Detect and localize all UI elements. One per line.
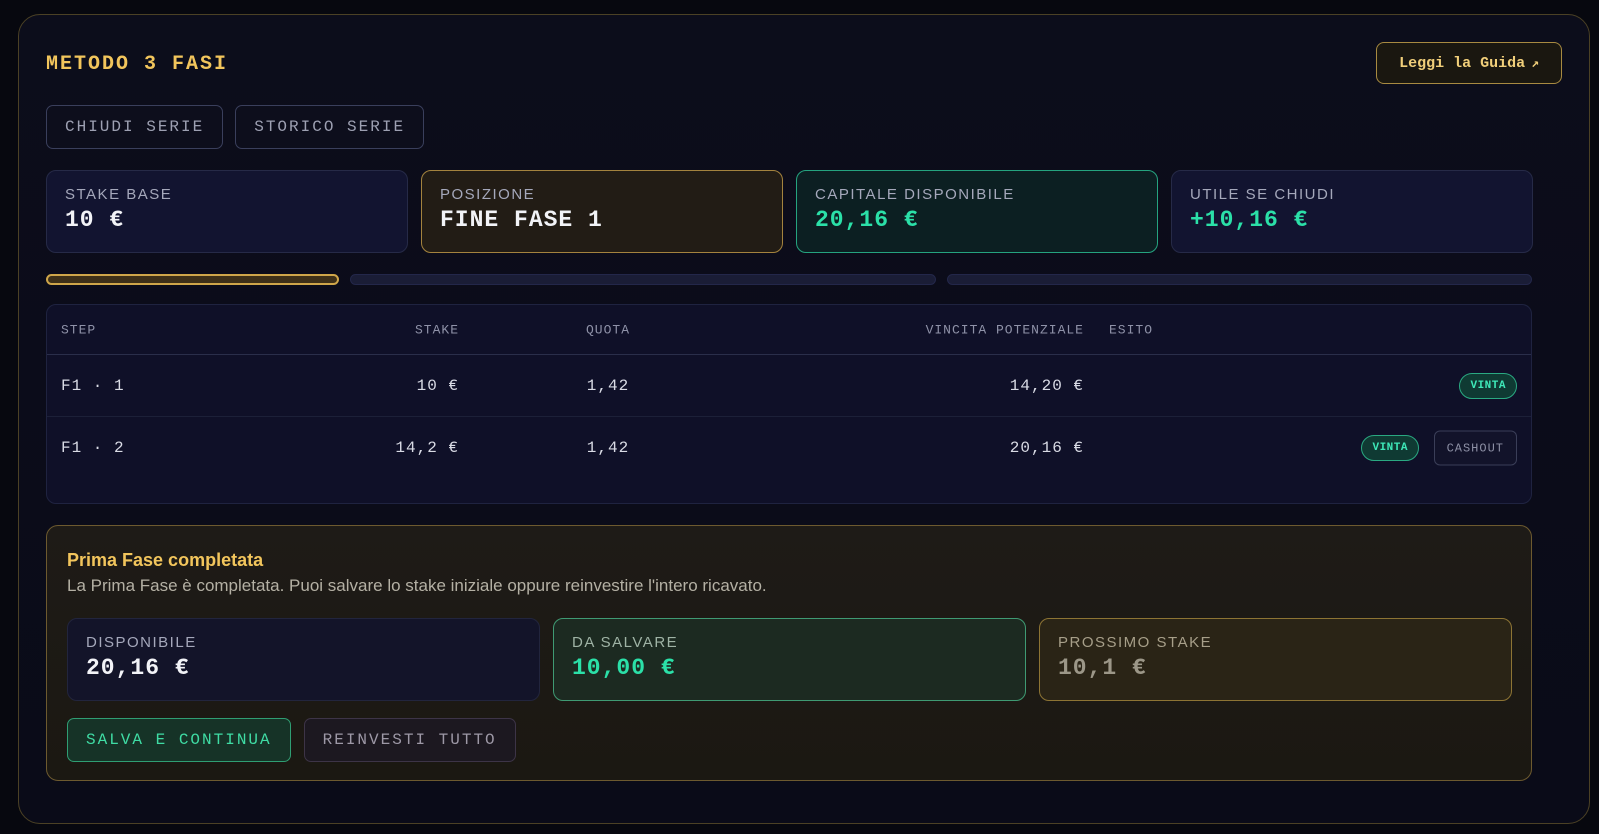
stat-available-capital: CAPITALE DISPONIBILE 20,16 € [796,170,1158,253]
box-next-stake: PROSSIMO STAKE 10,1 € [1039,618,1512,701]
col-vincita: VINCITA POTENZIALE [925,322,1084,337]
table-row: F1 · 1 10 € 1,42 14,20 € VINTA [47,355,1531,417]
stat-value: +10,16 € [1190,207,1309,233]
stat-label: STAKE BASE [65,186,173,203]
status-badge: VINTA [1361,435,1419,461]
external-arrow-icon: ↗ [1531,55,1539,71]
main-panel: METODO 3 FASI Leggi la Guida ↗ CHIUDI SE… [18,14,1590,824]
cell-stake: 10 € [416,376,459,395]
box-available: DISPONIBILE 20,16 € [67,618,540,701]
series-history-button[interactable]: STORICO SERIE [235,105,425,149]
progress-phase-2 [350,274,936,285]
col-quota: QUOTA [585,322,630,337]
guide-button[interactable]: Leggi la Guida ↗ [1376,42,1562,84]
series-toolbar: CHIUDI SERIE STORICO SERIE [46,105,425,149]
stats-row: STAKE BASE 10 € POSIZIONE FINE FASE 1 CA… [46,170,1533,253]
guide-button-label: Leggi la Guida [1399,54,1526,72]
save-continue-button[interactable]: SALVA E CONTINUA [67,718,291,762]
stat-stake-base: STAKE BASE 10 € [46,170,408,253]
phase-title: Prima Fase completata [67,550,264,570]
progress-phase-3 [947,274,1532,285]
close-series-button[interactable]: CHIUDI SERIE [46,105,224,149]
progress-phase-1 [46,274,339,285]
stat-label: POSIZIONE [440,186,536,203]
cell-vincita: 14,20 € [1009,376,1084,395]
box-value: 10,00 € [572,655,676,681]
status-badge: VINTA [1459,372,1517,399]
box-label: DA SALVARE [572,634,679,651]
cell-quota: 1,42 [586,376,630,395]
cell-step: F1 · 1 [61,376,125,395]
cell-step: F1 · 2 [61,439,125,457]
cashout-button[interactable]: CASHOUT [1433,430,1517,466]
stat-position: POSIZIONE FINE FASE 1 [421,170,783,253]
stat-label: CAPITALE DISPONIBILE [815,186,1015,203]
cell-vincita: 20,16 € [1009,439,1084,457]
page-title: METODO 3 FASI [46,53,229,76]
steps-table: STEP STAKE QUOTA VINCITA POTENZIALE ESIT… [46,304,1532,504]
box-label: PROSSIMO STAKE [1058,634,1213,651]
stat-label: UTILE SE CHIUDI [1190,186,1336,203]
phase-summary: DISPONIBILE 20,16 € DA SALVARE 10,00 € P… [67,618,1512,701]
table-header: STEP STAKE QUOTA VINCITA POTENZIALE ESIT… [47,305,1531,355]
stat-profit-if-close: UTILE SE CHIUDI +10,16 € [1171,170,1533,253]
box-to-save: DA SALVARE 10,00 € [553,618,1026,701]
cell-quota: 1,42 [586,439,630,457]
reinvest-all-button[interactable]: REINVESTI TUTTO [303,718,516,762]
cell-stake: 14,2 € [395,439,459,457]
box-label: DISPONIBILE [86,634,197,651]
box-value: 20,16 € [86,655,190,681]
phase-progress [46,274,1532,285]
phase-actions: SALVA E CONTINUA REINVESTI TUTTO [67,718,516,762]
phase-description: La Prima Fase è completata. Puoi salvare… [67,576,767,595]
col-esito: ESITO [1109,322,1154,337]
stat-value: 10 € [65,207,125,233]
table-row: F1 · 2 14,2 € 1,42 20,16 € VINTA CASHOUT [47,417,1531,479]
box-value: 10,1 € [1058,655,1147,681]
col-stake: STAKE [414,322,459,337]
stat-value: 20,16 € [815,207,919,233]
col-step: STEP [61,322,97,337]
phase-complete-card: Prima Fase completata La Prima Fase è co… [46,525,1532,781]
stat-value: FINE FASE 1 [440,207,603,233]
